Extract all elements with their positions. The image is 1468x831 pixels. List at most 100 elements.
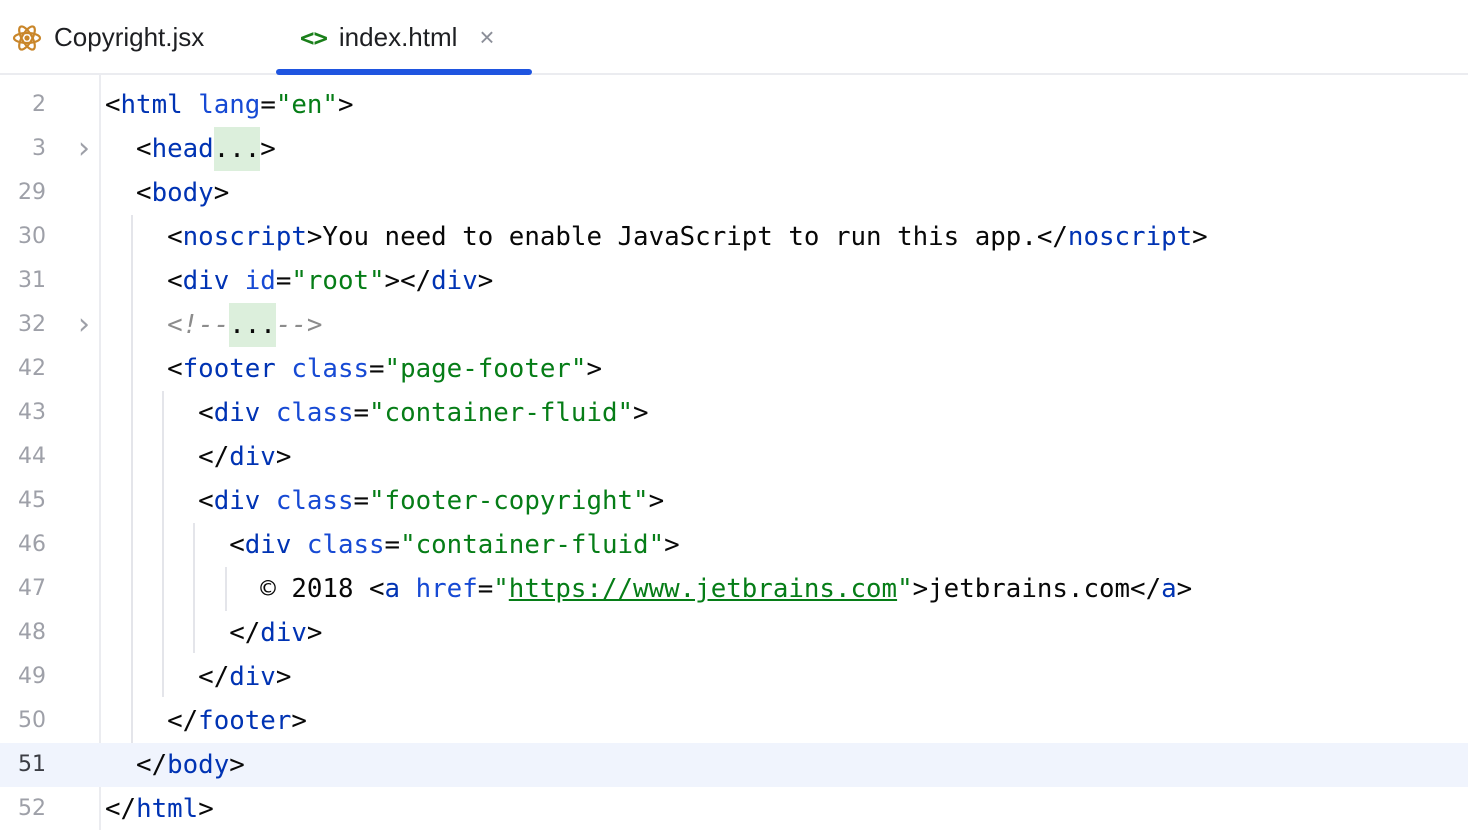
code-token: > [649,486,665,516]
code-line[interactable]: 51</body> [0,743,1468,787]
line-number: 47 [0,567,46,611]
code-token: > [198,794,214,824]
code-token: " [493,574,509,604]
code-token: < [198,398,214,428]
code-line[interactable]: 3›<head...> [0,127,1468,171]
code-token: > [338,90,354,120]
code-line[interactable]: 29 <body> [0,171,1468,215]
active-tab-indicator [276,69,532,75]
code-token: = [260,90,276,120]
code-token: © 2018 [260,574,369,604]
code-token: </ [198,442,229,472]
code-text: <footer class="page-footer"> [167,347,602,391]
code-token: > [586,354,602,384]
code-token: id [245,266,276,296]
code-text: <body> [136,171,229,215]
code-token: = [353,398,369,428]
code-token: = [478,574,494,604]
fold-expand-icon[interactable]: › [78,127,90,171]
code-line[interactable]: 48 </div> [0,611,1468,655]
line-number: 49 [0,655,46,699]
code-token [276,354,292,384]
code-token: < [167,222,183,252]
code-line[interactable]: 50</footer> [0,699,1468,743]
code-token: > [664,530,680,560]
code-text: © 2018 <a href="https://www.jetbrains.co… [260,567,1192,611]
code-line[interactable]: 32›<!--...--> [0,303,1468,347]
code-line[interactable]: 49 </div> [0,655,1468,699]
code-token: div [260,618,307,648]
code-token: --> [276,310,323,340]
code-token [291,530,307,560]
code-token: a [1161,574,1177,604]
code-token: "footer-copyright" [369,486,649,516]
code-text: </html> [105,787,214,831]
folded-region-placeholder[interactable]: ... [229,303,276,347]
tab-index-html[interactable]: <> index.html × [300,0,495,75]
react-icon [12,23,42,53]
code-token: body [167,750,229,780]
code-token: > [1192,222,1208,252]
code-line[interactable]: 31<div id="root"></div> [0,259,1468,303]
code-token: > [1177,574,1193,604]
line-number: 2 [0,83,46,127]
code-token: </ [136,750,167,780]
code-line[interactable]: 45<div class="footer-copyright"> [0,479,1468,523]
code-text: </div> [229,611,322,655]
url-link[interactable]: https://www.jetbrains.com [509,574,897,604]
code-line[interactable]: 30<noscript>You need to enable JavaScrip… [0,215,1468,259]
line-number: 48 [0,611,46,655]
code-token: a [385,574,401,604]
code-token: > [307,618,323,648]
code-token: < [198,486,214,516]
code-token: " [897,574,913,604]
line-number: 30 [0,215,46,259]
code-line[interactable]: 47 © 2018 <a href="https://www.jetbrains.… [0,567,1468,611]
fold-expand-icon[interactable]: › [78,303,90,347]
code-text: <noscript>You need to enable JavaScript … [167,215,1208,259]
code-token [260,486,276,516]
code-token: = [385,530,401,560]
code-line[interactable]: 44</div> [0,435,1468,479]
code-token: > [276,442,292,472]
code-line[interactable]: 43<div class="container-fluid"> [0,391,1468,435]
code-token: > [291,706,307,736]
tab-label: index.html [339,22,458,53]
code-token: </ [1037,222,1068,252]
code-token: div [229,662,276,692]
code-text: </div> [198,655,291,699]
code-token: "page-footer" [385,354,587,384]
code-token: head [152,134,214,164]
code-token: "container-fluid" [369,398,633,428]
code-line[interactable]: 2<html lang="en"> [0,83,1468,127]
code-token: > [633,398,649,428]
code-token: div [214,398,261,428]
code-token: = [369,354,385,384]
code-token [400,574,416,604]
code-token: noscript [183,222,307,252]
code-token: </ [1130,574,1161,604]
tab-label: Copyright.jsx [54,22,204,53]
code-token: </ [198,662,229,692]
code-text: <div id="root"></div> [167,259,493,303]
code-text: <div class="footer-copyright"> [198,479,664,523]
folded-region-placeholder[interactable]: ... [214,127,261,171]
tab-copyright-jsx[interactable]: Copyright.jsx [12,0,204,75]
code-token: "container-fluid" [400,530,664,560]
code-token: <!-- [167,310,229,340]
code-line[interactable]: 42<footer class="page-footer"> [0,347,1468,391]
code-token: "root" [291,266,384,296]
code-token: </ [105,794,136,824]
code-token: jetbrains.com [928,574,1130,604]
code-token: < [136,134,152,164]
code-token: = [353,486,369,516]
line-number: 46 [0,523,46,567]
line-number: 29 [0,171,46,215]
code-line[interactable]: 46<div class="container-fluid"> [0,523,1468,567]
code-token: </ [229,618,260,648]
code-token: < [136,178,152,208]
code-token: href [416,574,478,604]
close-tab-icon[interactable]: × [479,22,494,53]
code-line[interactable]: 52</html> [0,787,1468,831]
code-text: </body> [136,743,245,787]
